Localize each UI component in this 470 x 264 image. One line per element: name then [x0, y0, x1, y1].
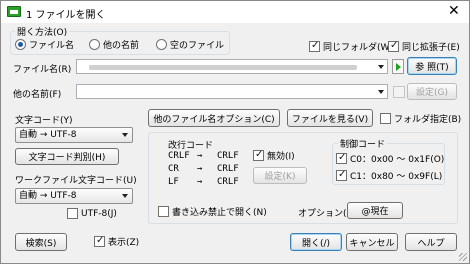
char-code-select[interactable]: 自動 → UTF-8: [15, 127, 133, 143]
app-icon: [7, 6, 21, 17]
newline-from-3: LF: [168, 177, 179, 187]
char-code-detect-button[interactable]: 文字コード判別(H): [15, 148, 119, 165]
display-box[interactable]: [94, 235, 105, 247]
close-icon[interactable]: ✕: [448, 4, 460, 18]
other-filename-options-button[interactable]: 他のファイル名オプション(C): [148, 109, 280, 127]
other-name-field[interactable]: [76, 84, 388, 99]
c0-box[interactable]: [336, 152, 347, 164]
same-folder-label: 同じフォルダ(W): [323, 43, 393, 53]
work-char-code-select[interactable]: 自動 → UTF-8: [15, 188, 133, 204]
char-code-value: 自動 → UTF-8: [19, 130, 77, 140]
other-name-dropdown-icon[interactable]: [378, 90, 384, 94]
filename-field[interactable]: [76, 59, 388, 74]
other-name-box-icon: [393, 86, 405, 98]
folder-specify-label: フォルダ指定(B): [394, 115, 462, 125]
newline-to-2: CRLF: [217, 164, 239, 174]
cancel-button[interactable]: キャンセル: [346, 233, 398, 251]
radio-other-name-button[interactable]: [89, 39, 100, 50]
radio-empty-file-label: 空のファイル: [170, 41, 225, 51]
control-code-title: 制御コード: [338, 137, 388, 150]
window-title: 1 ファイルを開く: [26, 10, 106, 21]
c1-box[interactable]: [336, 169, 347, 181]
resize-grip-icon[interactable]: [459, 253, 467, 261]
filename-field-value: [89, 65, 357, 70]
newline-invalid-label: 無効(I): [267, 152, 295, 162]
same-ext-checkbox[interactable]: 同じ拡張子(E): [388, 40, 460, 53]
settings-button[interactable]: 設定(G): [407, 83, 457, 100]
same-ext-box[interactable]: [388, 40, 399, 52]
newline-arrow-1: →: [197, 151, 203, 161]
newline-title: 改行コード: [168, 141, 214, 151]
folder-specify-box[interactable]: [380, 113, 391, 124]
newline-from-2: CR: [168, 164, 179, 174]
folder-specify-checkbox[interactable]: フォルダ指定(B): [380, 112, 461, 125]
c1-label: C1：0x80 ～ 0x9F(L): [350, 172, 443, 182]
open-file-dialog: 1 ファイルを開く ✕ 開く方法(O) ファイル名 他の名前 空のファイル 同じ…: [0, 0, 470, 264]
radio-filename-label: ファイル名: [29, 41, 75, 51]
work-char-code-chevron-down-icon: [122, 194, 128, 198]
view-file-button[interactable]: ファイルを見る(V): [287, 109, 373, 127]
radio-empty-file-button[interactable]: [156, 39, 167, 50]
open-button[interactable]: 開く(/): [290, 233, 342, 251]
radio-empty-file[interactable]: 空のファイル: [156, 38, 224, 51]
newline-settings-button[interactable]: 設定(K): [253, 167, 307, 184]
write-protect-box[interactable]: [158, 206, 169, 217]
title-bar: 1 ファイルを開く ✕: [1, 1, 469, 23]
same-folder-checkbox[interactable]: 同じフォルダ(W): [309, 40, 393, 53]
char-code-chevron-down-icon: [122, 133, 128, 137]
same-ext-label: 同じ拡張子(E): [402, 43, 460, 53]
radio-filename-button[interactable]: [15, 39, 26, 50]
write-protect-checkbox[interactable]: 書き込み禁止で開く(N): [158, 205, 267, 218]
newline-from-1: CRLF: [168, 151, 190, 161]
browse-button[interactable]: 参 照(T): [407, 57, 457, 75]
radio-other-name-label: 他の名前: [103, 41, 140, 51]
newline-to-3: CRLF: [217, 177, 239, 187]
newline-invalid-checkbox[interactable]: 無効(I): [253, 149, 295, 162]
c0-checkbox[interactable]: C0：0x00 ～ 0x1F(O): [336, 152, 444, 165]
option-current-button[interactable]: @現在: [347, 202, 403, 219]
radio-filename[interactable]: ファイル名: [15, 38, 74, 51]
same-folder-box[interactable]: [309, 40, 320, 52]
newline-arrow-3: →: [197, 177, 203, 187]
display-checkbox[interactable]: 表示(Z): [94, 235, 139, 248]
utf8-checkbox[interactable]: UTF-8(J): [67, 208, 117, 219]
write-protect-label: 書き込み禁止で開く(N): [172, 208, 267, 218]
filename-dropdown-icon[interactable]: [378, 65, 384, 69]
newline-row-1: CRLF: [168, 151, 190, 161]
newline-arrow-2: →: [197, 164, 203, 174]
display-label: 表示(Z): [108, 238, 140, 248]
newline-invalid-box[interactable]: [253, 149, 264, 161]
work-char-code-value: 自動 → UTF-8: [19, 191, 77, 201]
c1-checkbox[interactable]: C1：0x80 ～ 0x9F(L): [336, 169, 442, 182]
char-code-label: 文字コード(Y): [15, 116, 73, 126]
filename-label: ファイル名(R): [13, 65, 72, 75]
radio-other-name[interactable]: 他の名前: [89, 38, 139, 51]
search-button[interactable]: 検索(S): [15, 233, 67, 251]
utf8-label: UTF-8(J): [81, 208, 117, 219]
work-char-code-label: ワークファイル文字コード(U): [15, 176, 137, 186]
utf8-box[interactable]: [67, 208, 78, 219]
go-arrow-icon[interactable]: [392, 59, 404, 74]
c0-label: C0：0x00 ～ 0x1F(O): [350, 155, 445, 165]
other-name-label: 他の名前(F): [13, 90, 62, 100]
help-button[interactable]: ヘルプ: [405, 233, 457, 251]
open-method-label: 開く方法(O): [15, 25, 70, 38]
newline-to-1: CRLF: [217, 151, 239, 161]
